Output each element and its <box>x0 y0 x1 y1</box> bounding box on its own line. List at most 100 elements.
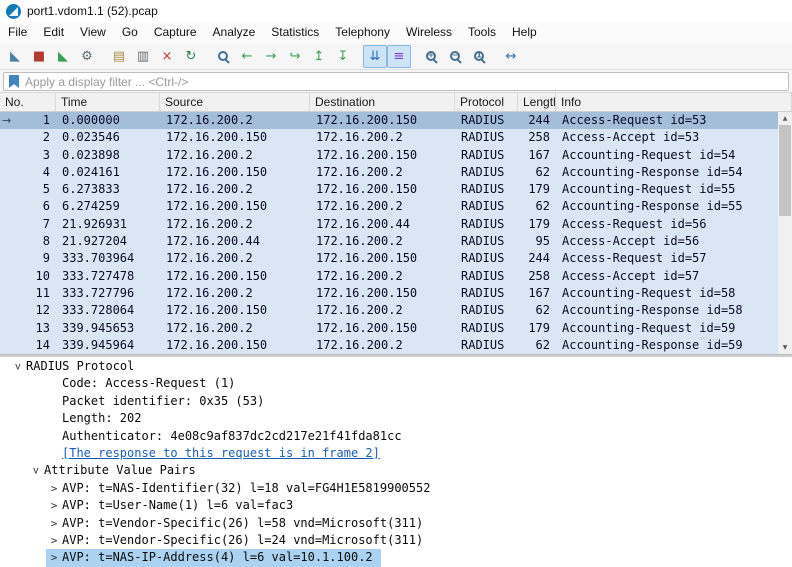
detail-line-content: >AVP: t=Vendor-Specific(26) l=24 vnd=Mic… <box>46 532 431 549</box>
save-file-icon[interactable]: ▥ <box>131 45 155 68</box>
menu-statistics[interactable]: Statistics <box>263 22 327 43</box>
expander-open-icon[interactable]: > <box>27 463 44 479</box>
column-header-source[interactable]: Source <box>160 93 310 111</box>
close-file-icon[interactable]: × <box>155 45 179 68</box>
menu-telephony[interactable]: Telephony <box>327 22 398 43</box>
packet-row[interactable]: 11333.727796172.16.200.2172.16.200.150RA… <box>0 285 778 302</box>
column-header-destination[interactable]: Destination <box>310 93 455 111</box>
cell-info: Access-Request id=57 <box>556 250 778 267</box>
packet-row[interactable]: 1→0.000000172.16.200.2172.16.200.150RADI… <box>0 112 778 129</box>
start-capture-icon[interactable]: ◣ <box>3 45 27 68</box>
packet-row[interactable]: 30.023898172.16.200.2172.16.200.150RADIU… <box>0 147 778 164</box>
menu-wireless[interactable]: Wireless <box>398 22 460 43</box>
packet-row[interactable]: 66.274259172.16.200.150172.16.200.2RADIU… <box>0 198 778 215</box>
menu-file[interactable]: File <box>0 22 35 43</box>
find-packet-icon[interactable] <box>211 45 235 68</box>
scrollbar-up-arrow-icon[interactable]: ▲ <box>778 112 792 125</box>
restart-capture-icon[interactable]: ◣ <box>51 45 75 68</box>
detail-line[interactable]: [The response to this request is in fram… <box>0 445 792 462</box>
detail-line[interactable]: >Attribute Value Pairs <box>0 462 792 479</box>
menu-tools[interactable]: Tools <box>460 22 504 43</box>
column-header-info[interactable]: Info <box>556 93 792 111</box>
expander-closed-icon[interactable]: > <box>46 549 62 566</box>
resize-columns-icon[interactable]: ↔ <box>499 45 523 68</box>
expander-closed-icon[interactable]: > <box>46 497 62 514</box>
colorize-icon[interactable]: ≡ <box>387 45 411 68</box>
packet-row[interactable]: 14339.945964172.16.200.150172.16.200.2RA… <box>0 337 778 354</box>
detail-text: AVP: t=NAS-IP-Address(4) l=6 val=10.1.10… <box>62 550 373 564</box>
menu-analyze[interactable]: Analyze <box>205 22 264 43</box>
packet-row[interactable]: 10333.727478172.16.200.150172.16.200.2RA… <box>0 268 778 285</box>
shark-fin-icon <box>9 7 18 16</box>
stop-capture-icon[interactable]: ■ <box>27 45 51 68</box>
zoom-out-icon-glyph: − <box>452 52 459 60</box>
cell-length: 179 <box>518 320 556 337</box>
cell-source: 172.16.200.150 <box>160 198 310 215</box>
detail-line[interactable]: >AVP: t=NAS-Identifier(32) l=18 val=FG4H… <box>0 480 792 497</box>
detail-line-content: >AVP: t=NAS-IP-Address(4) l=6 val=10.1.1… <box>46 549 381 566</box>
menu-view[interactable]: View <box>72 22 114 43</box>
packet-row[interactable]: 20.023546172.16.200.150172.16.200.2RADIU… <box>0 129 778 146</box>
open-file-icon[interactable]: ▤ <box>107 45 131 68</box>
column-header-no[interactable]: No. <box>0 93 56 111</box>
menu-capture[interactable]: Capture <box>146 22 205 43</box>
detail-line[interactable]: >AVP: t=User-Name(1) l=6 val=fac3 <box>0 497 792 514</box>
detail-line[interactable]: >AVP: t=Vendor-Specific(26) l=58 vnd=Mic… <box>0 515 792 532</box>
detail-line[interactable]: >AVP: t=NAS-IP-Address(4) l=6 val=10.1.1… <box>0 549 792 566</box>
go-forward-icon[interactable]: → <box>259 45 283 68</box>
auto-scroll-icon[interactable]: ⇊ <box>363 45 387 68</box>
scrollbar-thumb[interactable] <box>779 125 791 216</box>
column-header-time[interactable]: Time <box>56 93 160 111</box>
zoom-in-icon[interactable]: + <box>419 45 443 68</box>
expander-open-icon[interactable]: > <box>9 359 26 375</box>
detail-line[interactable]: >AVP: t=Vendor-Specific(26) l=24 vnd=Mic… <box>0 532 792 549</box>
packet-list-scrollbar[interactable]: ▲ ▼ <box>778 112 792 354</box>
packet-row[interactable]: 56.273833172.16.200.2172.16.200.150RADIU… <box>0 181 778 198</box>
filter-bookmark-icon[interactable] <box>9 75 19 88</box>
detail-line[interactable]: Packet identifier: 0x35 (53) <box>0 393 792 410</box>
cell-no: 1→ <box>0 112 56 129</box>
expander-closed-icon[interactable]: > <box>46 480 62 497</box>
cell-protocol: RADIUS <box>455 112 518 129</box>
reload-file-icon[interactable]: ↻ <box>179 45 203 68</box>
detail-line[interactable]: Length: 202 <box>0 410 792 427</box>
go-to-packet-icon[interactable]: ↪ <box>283 45 307 68</box>
packet-row[interactable]: 9333.703964172.16.200.2172.16.200.150RAD… <box>0 250 778 267</box>
cell-source: 172.16.200.2 <box>160 250 310 267</box>
detail-line-content: >AVP: t=NAS-Identifier(32) l=18 val=FG4H… <box>46 480 438 497</box>
detail-line[interactable]: Code: Access-Request (1) <box>0 375 792 392</box>
go-last-packet-icon[interactable]: ↧ <box>331 45 355 68</box>
menu-go[interactable]: Go <box>114 22 146 43</box>
response-frame-link[interactable]: [The response to this request is in fram… <box>62 446 380 460</box>
menu-edit[interactable]: Edit <box>35 22 72 43</box>
zoom-original-icon-glyph: 1 <box>476 52 482 60</box>
expander-closed-icon[interactable]: > <box>46 515 62 532</box>
column-header-protocol[interactable]: Protocol <box>455 93 518 111</box>
cell-destination: 172.16.200.150 <box>310 285 455 302</box>
detail-line[interactable]: Authenticator: 4e08c9af837dc2cd217e21f41… <box>0 428 792 445</box>
zoom-original-icon[interactable]: 1 <box>467 45 491 68</box>
expander-closed-icon[interactable]: > <box>46 532 62 549</box>
capture-options-icon[interactable]: ⚙ <box>75 45 99 68</box>
detail-line[interactable]: >RADIUS Protocol <box>0 358 792 375</box>
packet-row[interactable]: 821.927204172.16.200.44172.16.200.2RADIU… <box>0 233 778 250</box>
cell-source: 172.16.200.2 <box>160 147 310 164</box>
cell-length: 244 <box>518 112 556 129</box>
packet-row[interactable]: 12333.728064172.16.200.150172.16.200.2RA… <box>0 302 778 319</box>
cell-destination: 172.16.200.2 <box>310 302 455 319</box>
menu-help[interactable]: Help <box>504 22 545 43</box>
packet-row[interactable]: 40.024161172.16.200.150172.16.200.2RADIU… <box>0 164 778 181</box>
display-filter-field[interactable] <box>3 72 789 91</box>
cell-time: 339.945964 <box>56 337 160 354</box>
cell-length: 167 <box>518 147 556 164</box>
display-filter-input[interactable] <box>25 75 783 89</box>
scrollbar-track[interactable] <box>778 125 792 341</box>
column-header-length[interactable]: Length <box>518 93 556 111</box>
packet-row[interactable]: 13339.945653172.16.200.2172.16.200.150RA… <box>0 320 778 337</box>
go-first-packet-icon[interactable]: ↥ <box>307 45 331 68</box>
go-back-icon[interactable]: ← <box>235 45 259 68</box>
scrollbar-down-arrow-icon[interactable]: ▼ <box>778 341 792 354</box>
zoom-out-icon[interactable]: − <box>443 45 467 68</box>
cell-length: 258 <box>518 268 556 285</box>
packet-row[interactable]: 721.926931172.16.200.2172.16.200.44RADIU… <box>0 216 778 233</box>
